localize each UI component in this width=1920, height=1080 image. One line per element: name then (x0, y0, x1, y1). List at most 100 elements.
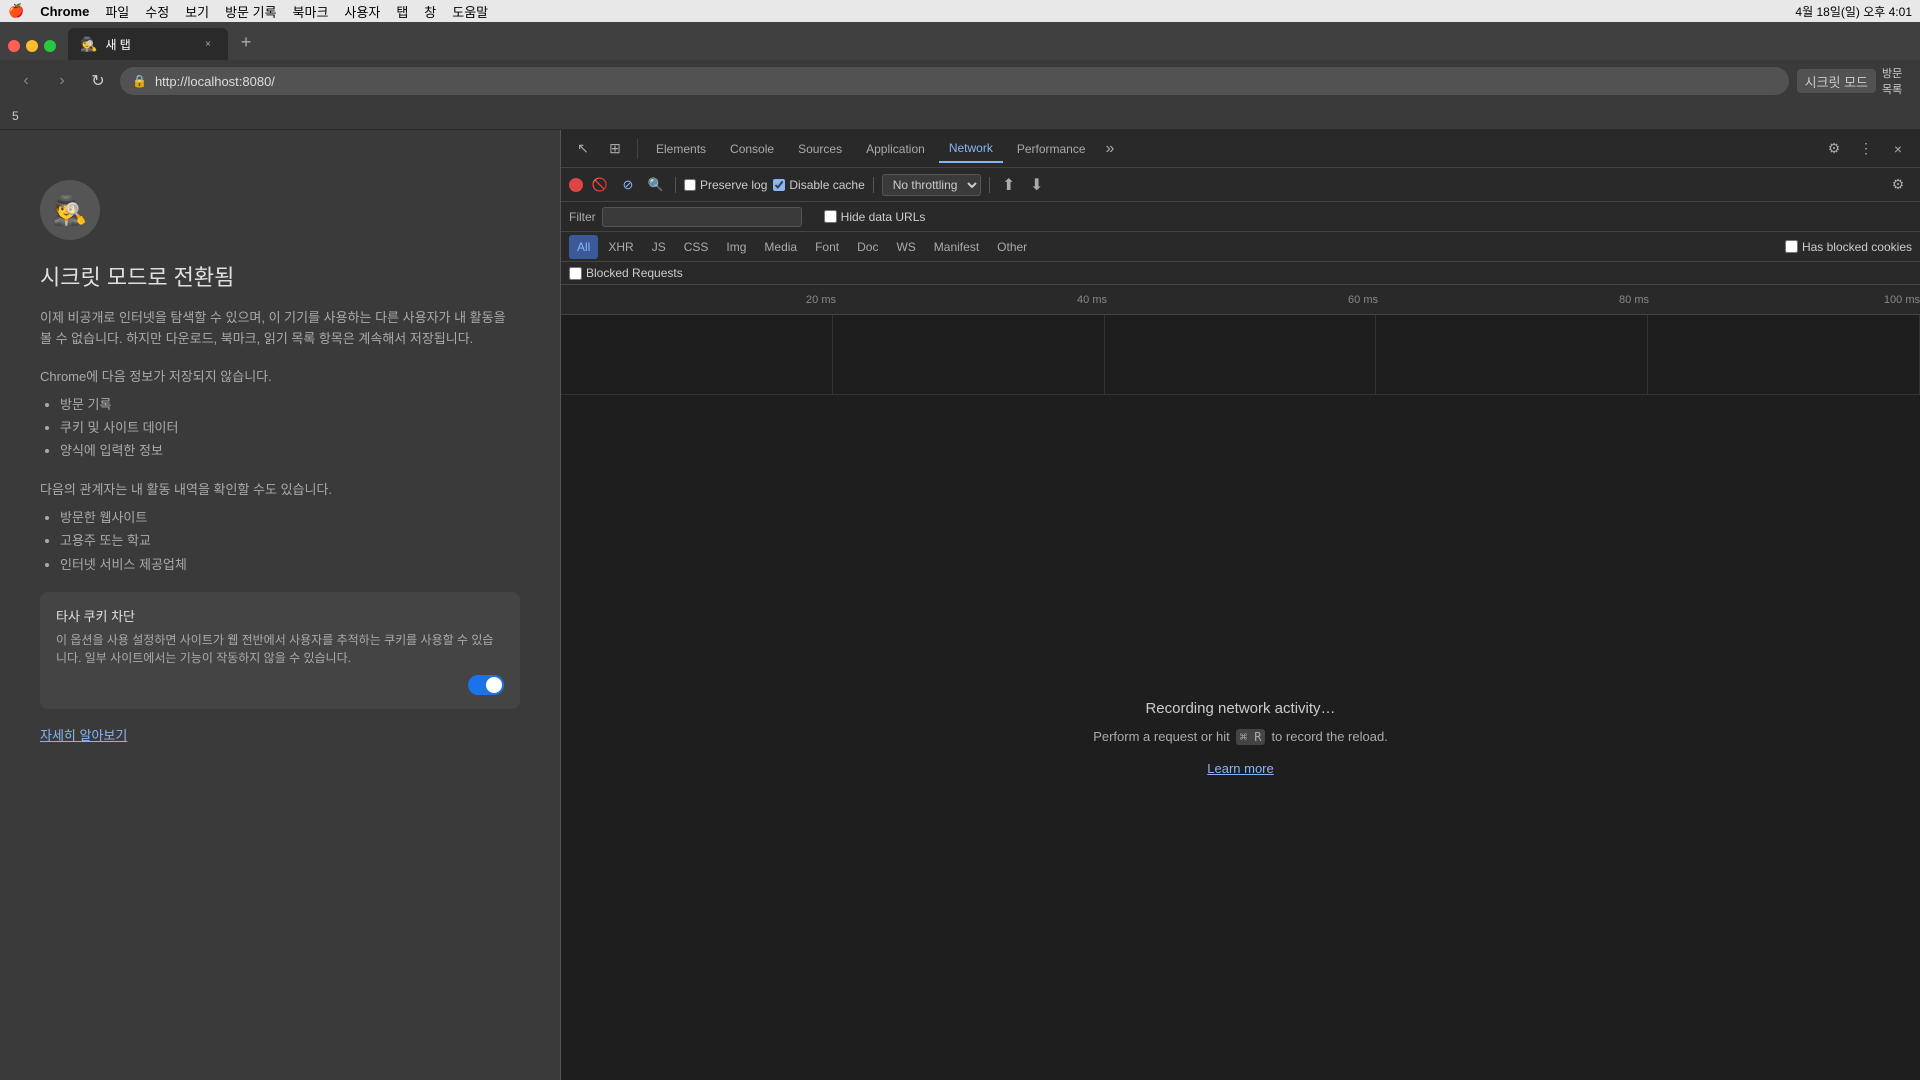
rt-tab-all[interactable]: All (569, 235, 598, 259)
toolbar-separator-2 (873, 177, 874, 193)
devtools-panel: ↖ ⊞ Elements Console Sources Application… (560, 130, 1920, 1080)
filter-label: Filter (569, 210, 596, 224)
rt-tab-ws[interactable]: WS (888, 235, 923, 259)
toolbar-separator-3 (989, 177, 990, 193)
recording-text: Recording network activity… (1145, 700, 1335, 717)
visible-title: 다음의 관계자는 내 활동 내역을 확인할 수도 있습니다. (40, 479, 520, 498)
close-devtools-button[interactable]: × (1884, 135, 1912, 163)
third-party-cookies-section: 타사 쿠키 차단 이 옵션을 사용 설정하면 사이트가 웹 전반에서 사용자를 … (40, 592, 520, 709)
menu-bookmarks[interactable]: 북마크 (293, 2, 329, 21)
third-party-title: 타사 쿠키 차단 (56, 606, 504, 625)
timeline-header: 20 ms 40 ms 60 ms 80 ms 100 ms (561, 285, 1920, 315)
record-button[interactable] (569, 178, 583, 192)
back-button[interactable]: ‹ (12, 67, 40, 95)
rt-tab-js[interactable]: JS (644, 235, 674, 259)
import-button[interactable]: ⬆ (998, 174, 1020, 196)
nav-right: 시크릿 모드 방문 목록 (1797, 68, 1908, 94)
preserve-log-label: Preserve log (700, 178, 767, 192)
clear-button[interactable]: 🚫 (589, 174, 611, 196)
menu-bar: 🍎 Chrome 파일 수정 보기 방문 기록 북마크 사용자 탭 창 도움말 … (0, 0, 1920, 22)
third-party-cookie-toggle[interactable] (468, 675, 504, 695)
menu-view[interactable]: 보기 (185, 2, 209, 21)
preserve-log-checkbox[interactable] (684, 179, 696, 191)
rt-tab-manifest[interactable]: Manifest (926, 235, 987, 259)
forward-button[interactable]: › (48, 67, 76, 95)
menu-users[interactable]: 사용자 (344, 2, 380, 21)
menu-window[interactable]: 창 (424, 2, 436, 21)
disable-cache-label: Disable cache (789, 178, 864, 192)
list-item: 인터넷 서비스 제공업체 (60, 553, 520, 576)
grid-col-2 (833, 315, 1105, 394)
url-text: http://localhost:8080/ (155, 74, 275, 89)
learn-more-link[interactable]: 자세히 알아보기 (40, 728, 127, 743)
menu-chrome[interactable]: Chrome (40, 4, 89, 19)
filter-icon-button[interactable]: ⊘ (617, 174, 639, 196)
menu-time: 4월 18일(일) 오후 4:01 (1795, 3, 1912, 20)
blocked-requests-row: Blocked Requests (561, 262, 1920, 285)
settings-icon-button[interactable]: ⚙ (1820, 135, 1848, 163)
more-tabs-button[interactable]: » (1100, 140, 1121, 158)
incognito-avatar: 🕵️ (40, 180, 100, 240)
menu-help[interactable]: 도움말 (452, 2, 488, 21)
apple-menu[interactable]: 🍎 (8, 3, 24, 19)
device-toolbar-button[interactable]: ⊞ (601, 135, 629, 163)
menu-tab[interactable]: 탭 (396, 2, 408, 21)
request-type-tabs: All XHR JS CSS Img Media Font Doc WS Man… (561, 232, 1920, 262)
rt-tab-media[interactable]: Media (756, 235, 805, 259)
tab-elements[interactable]: Elements (646, 135, 716, 163)
timeline-marker-100: 100 ms (1649, 294, 1920, 306)
menu-history[interactable]: 방문 기록 (225, 2, 276, 21)
rt-tab-img[interactable]: Img (718, 235, 754, 259)
rt-tab-font[interactable]: Font (807, 235, 847, 259)
filter-input[interactable] (602, 207, 802, 227)
learn-more-devtools-link[interactable]: Learn more (1207, 761, 1273, 776)
incognito-description: 이제 비공개로 인터넷을 탐색할 수 있으며, 이 기기를 사용하는 다른 사용… (40, 308, 520, 350)
more-options-button[interactable]: ⋮ (1852, 135, 1880, 163)
network-settings-icon[interactable]: ⚙ (1884, 171, 1912, 199)
active-tab[interactable]: 🕵 새 탭 × (68, 28, 228, 60)
tab-close-button[interactable]: × (200, 36, 216, 52)
to-record-text: to record the reload. (1271, 729, 1387, 744)
has-blocked-cookies-checkbox[interactable] (1785, 240, 1798, 253)
nav-bar: ‹ › ↻ 🔒 http://localhost:8080/ 시크릿 모드 방문… (0, 60, 1920, 102)
stored-info-title: Chrome에 다음 정보가 저장되지 않습니다. (40, 366, 520, 385)
rt-tab-doc[interactable]: Doc (849, 235, 886, 259)
timeline-marker-80: 80 ms (1378, 294, 1649, 306)
tab-application[interactable]: Application (856, 135, 935, 163)
grid-col-3 (1105, 315, 1377, 394)
incognito-page: 🕵️ 시크릿 모드로 전환됨 이제 비공개로 인터넷을 탐색할 수 있으며, 이… (0, 130, 560, 1080)
incognito-hat-icon: 🕵️ (53, 194, 88, 227)
maximize-window-button[interactable] (44, 40, 56, 52)
tab-network[interactable]: Network (939, 135, 1003, 163)
perform-text: Perform a request or hit (1093, 729, 1230, 744)
timeline-labels: 20 ms 40 ms 60 ms 80 ms 100 ms (565, 294, 1920, 306)
filter-bar: Filter Hide data URLs (561, 202, 1920, 232)
minimize-window-button[interactable] (26, 40, 38, 52)
history-button[interactable]: 방문 목록 (1882, 68, 1908, 94)
tab-performance[interactable]: Performance (1007, 135, 1096, 163)
shortcut-key: ⌘ R (1236, 729, 1266, 745)
menu-file[interactable]: 파일 (105, 2, 129, 21)
export-button[interactable]: ⬇ (1026, 174, 1048, 196)
tab-console[interactable]: Console (720, 135, 784, 163)
search-icon-button[interactable]: 🔍 (645, 174, 667, 196)
rt-tab-xhr[interactable]: XHR (600, 235, 641, 259)
menu-edit[interactable]: 수정 (145, 2, 169, 21)
close-window-button[interactable] (8, 40, 20, 52)
network-settings-button[interactable]: ⚙ (1884, 171, 1912, 199)
throttle-select[interactable]: No throttling (882, 174, 981, 196)
rt-tab-css[interactable]: CSS (676, 235, 717, 259)
address-bar[interactable]: 🔒 http://localhost:8080/ (120, 67, 1789, 95)
hide-urls-checkbox[interactable] (824, 210, 837, 223)
toggle-row (56, 675, 504, 695)
new-tab-button[interactable]: + (232, 28, 260, 56)
list-item: 양식에 입력한 정보 (60, 439, 520, 462)
disable-cache-checkbox-row: Disable cache (773, 178, 864, 192)
cursor-icon-button[interactable]: ↖ (569, 135, 597, 163)
tab-sources[interactable]: Sources (788, 135, 852, 163)
disable-cache-checkbox[interactable] (773, 179, 785, 191)
rt-tab-other[interactable]: Other (989, 235, 1035, 259)
preserve-log-checkbox-row: Preserve log (684, 178, 767, 192)
reload-button[interactable]: ↻ (84, 67, 112, 95)
blocked-requests-checkbox[interactable] (569, 267, 582, 280)
